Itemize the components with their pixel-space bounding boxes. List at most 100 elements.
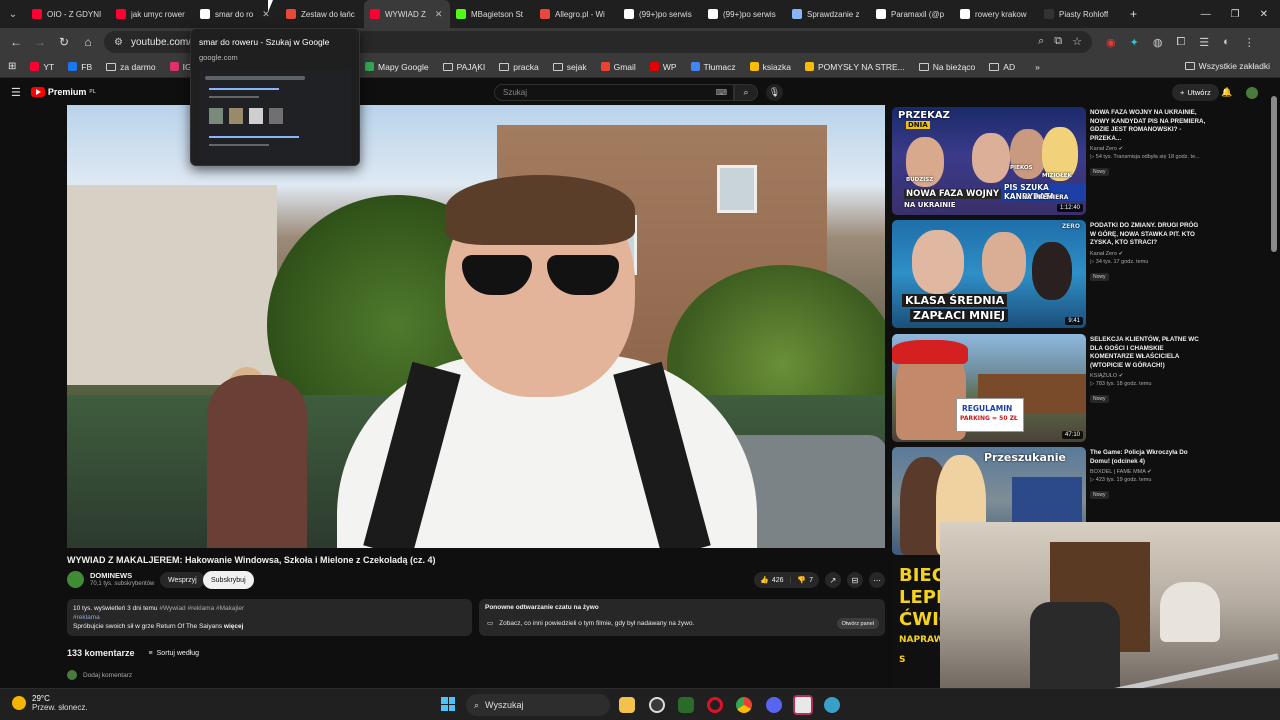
back-icon[interactable]: ← — [4, 35, 28, 49]
bookmark-item[interactable]: pracka — [499, 62, 539, 72]
bookmark-item[interactable]: Mapy Google — [365, 62, 429, 72]
all-bookmarks-link[interactable]: Wszystkie zakładki — [1199, 61, 1270, 71]
bookmark-item[interactable]: YT — [30, 62, 54, 72]
open-panel-button[interactable]: Otwórz panel — [836, 618, 879, 629]
bookmark-item[interactable]: PAJĄKI — [442, 62, 485, 72]
add-comment-row[interactable]: Dodaj komentarz — [67, 670, 132, 680]
browser-tab[interactable]: (99+)po serwis — [618, 0, 702, 28]
bookmark-item[interactable]: za darmo — [106, 62, 156, 72]
app-icon[interactable] — [793, 695, 813, 715]
reading-list-icon[interactable]: ☰ — [1199, 36, 1209, 49]
bookmark-item[interactable]: AD — [989, 62, 1015, 72]
bookmark-item[interactable]: IG — [169, 62, 192, 72]
bookmark-item[interactable]: Na bieżąco — [918, 62, 975, 72]
bookmark-item[interactable]: FB — [68, 62, 92, 72]
close-window-icon[interactable]: ✕ — [1260, 9, 1268, 20]
youtube-logo[interactable]: Premium PL — [30, 87, 96, 97]
bookmark-item[interactable]: ksiazka — [749, 62, 791, 72]
search-input[interactable]: Szukaj ⌨ — [494, 84, 734, 101]
recommendation-thumbnail[interactable]: REGULAMIN PARKING = 50 ZŁ 47:10 — [892, 334, 1086, 442]
browser-tab[interactable]: Paramaxil (@p — [870, 0, 954, 28]
account-avatar[interactable] — [1246, 87, 1258, 99]
recommendation-channel[interactable]: BOXDEL | FAME MMA — [1090, 469, 1146, 475]
globe-icon[interactable] — [824, 697, 840, 713]
browser-tab[interactable]: Zestaw do łańc — [280, 0, 364, 28]
description-box[interactable]: 10 tys. wyświetleń 3 dni temu #Wywiad #r… — [67, 599, 472, 636]
taskbar-search[interactable]: ⌕ Wyszukaj — [466, 694, 610, 716]
menu-kebab-icon[interactable]: ⋮ — [1244, 36, 1255, 49]
save-icon[interactable]: ⊟ — [847, 572, 863, 588]
recommendation-item[interactable]: REGULAMIN PARKING = 50 ZŁ 47:10 SELEKCJA… — [892, 334, 1212, 442]
guide-menu-icon[interactable]: ☰ — [11, 86, 21, 99]
chrome-icon[interactable] — [736, 697, 752, 713]
browser-tab[interactable]: Piasty Rohloff — [1038, 0, 1122, 28]
recommendation-title[interactable]: The Game: Policja Wkroczyła Do Domu! (od… — [1090, 449, 1206, 466]
zoom-icon[interactable]: ⌕ — [1038, 35, 1044, 48]
recommendation-title[interactable]: SELEKCJA KLIENTÓW, PŁATNE WC DLA GOŚCI I… — [1090, 336, 1206, 370]
notifications-bell-icon[interactable]: 🔔 — [1221, 87, 1232, 98]
reload-icon[interactable]: ↻ — [52, 35, 76, 49]
new-tab-button[interactable]: + — [1130, 7, 1137, 21]
browser-tab[interactable]: WYWIAD Z ✕ — [364, 0, 450, 28]
channel-avatar[interactable] — [67, 571, 84, 588]
recommendation-channel[interactable]: KSIĄŻULO — [1090, 373, 1117, 379]
description-hashtag[interactable]: #reklama — [73, 613, 466, 622]
recommendation-title[interactable]: PODATKI DO ZMIANY. DRUGI PRÓG W GÓRĘ, NO… — [1090, 222, 1206, 248]
recommendation-thumbnail[interactable]: ZERO KLASA ŚREDNIA ZAPŁACI MNIEJ 9:41 — [892, 220, 1086, 328]
bookmark-item[interactable]: POMYSŁY NA STRE... — [804, 62, 905, 72]
share-icon[interactable]: ↗ — [825, 572, 841, 588]
subscribe-button[interactable]: Subskrybuj — [203, 571, 254, 589]
recommendation-channel[interactable]: Kanał Zero — [1090, 146, 1117, 152]
weather-widget[interactable]: 29°C Przew. słonecz. — [12, 694, 88, 712]
browser-tab[interactable]: rowery krakow — [954, 0, 1038, 28]
keyboard-icon[interactable]: ⌨ — [715, 88, 727, 97]
channel-name[interactable]: DOMINEWS — [90, 571, 132, 580]
extension-icon[interactable]: ◍ — [1153, 36, 1163, 49]
add-comment-input[interactable]: Dodaj komentarz — [83, 672, 132, 679]
description-more-link[interactable]: więcej — [224, 623, 244, 630]
bookmark-item[interactable]: Tłumacz — [690, 62, 736, 72]
steam-icon[interactable] — [649, 697, 665, 713]
opera-icon[interactable] — [707, 697, 723, 713]
site-info-icon[interactable]: ⚙ — [114, 37, 123, 48]
recommendation-thumbnail[interactable]: PRZEKAZ DNIA BUDZISZ PIEKOS MIZIOŁEK NOW… — [892, 107, 1086, 215]
browser-tab[interactable]: jak umyc rower — [110, 0, 194, 28]
recommendation-title[interactable]: NOWA FAZA WOJNY NA UKRAINIE, NOWY KANDYD… — [1090, 109, 1206, 143]
tab-close-icon[interactable]: ✕ — [435, 9, 443, 20]
microphone-icon[interactable]: 🎙 — [766, 84, 783, 101]
minimize-icon[interactable]: — — [1201, 9, 1211, 20]
bookmark-item[interactable]: WP — [649, 62, 677, 72]
file-explorer-icon[interactable] — [619, 697, 635, 713]
recommendation-item[interactable]: ZERO KLASA ŚREDNIA ZAPŁACI MNIEJ 9:41 PO… — [892, 220, 1212, 328]
dislike-icon[interactable]: 👎 — [797, 576, 806, 584]
bookmark-star-icon[interactable]: ☆ — [1072, 35, 1082, 48]
record-extension-icon[interactable]: ◉ — [1106, 36, 1116, 49]
home-icon[interactable]: ⌂ — [76, 35, 100, 49]
like-count[interactable]: 426 — [772, 577, 784, 584]
create-button[interactable]: + Utwórz — [1172, 84, 1219, 101]
more-actions-icon[interactable]: ⋯ — [869, 572, 885, 588]
search-button[interactable]: ⌕ — [734, 84, 758, 101]
tab-search-chevron-icon[interactable]: ⌄ — [0, 9, 26, 20]
video-player[interactable] — [67, 105, 885, 548]
browser-tab[interactable]: Sprawdzanie z — [786, 0, 870, 28]
extensions-puzzle-icon[interactable]: ⧠ — [1176, 36, 1185, 49]
bookmark-item[interactable]: Gmail — [600, 62, 636, 72]
recommendation-channel[interactable]: Kanał Zero — [1090, 251, 1117, 257]
restore-icon[interactable]: ❐ — [1231, 9, 1240, 20]
browser-tab[interactable]: Allegro.pl - Wi — [534, 0, 618, 28]
browser-tab[interactable]: OIO - Z GDYNI — [26, 0, 110, 28]
recommendation-thumbnail-partial[interactable]: BIEG LEPE ĆWIC NAPRAW S — [892, 560, 940, 688]
forward-icon[interactable]: → — [28, 35, 52, 49]
cast-icon[interactable]: ⧉ — [1054, 35, 1062, 48]
browser-tab[interactable]: (99+)po serwis — [702, 0, 786, 28]
recommendation-item[interactable]: PRZEKAZ DNIA BUDZISZ PIEKOS MIZIOŁEK NOW… — [892, 107, 1212, 215]
apps-grid-icon[interactable]: ⊞ — [8, 61, 16, 72]
start-windows-icon[interactable] — [441, 697, 455, 711]
page-scrollbar[interactable] — [1271, 96, 1277, 252]
bookmarks-overflow[interactable]: » — [1035, 62, 1040, 72]
bookmark-item[interactable]: sejak — [552, 62, 587, 72]
app-icon[interactable] — [678, 697, 694, 713]
description-hashtags[interactable]: #Wywiad #reklama #Makajler — [159, 605, 244, 612]
support-button[interactable]: Wesprzyj — [160, 572, 205, 588]
